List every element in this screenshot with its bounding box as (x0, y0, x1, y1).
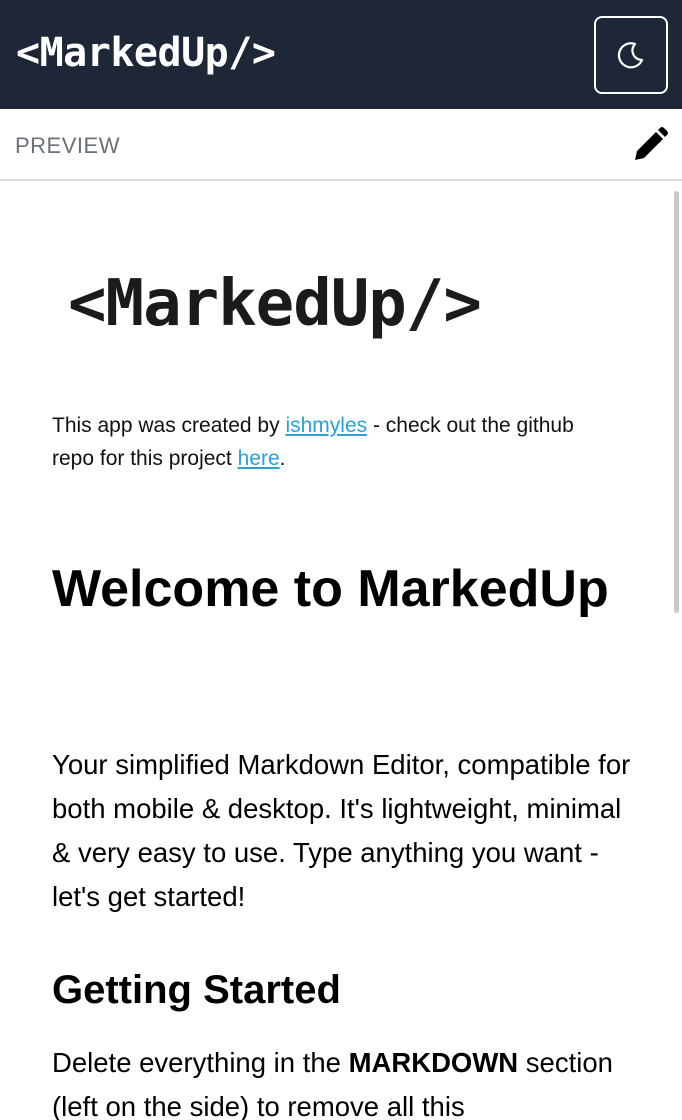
theme-toggle-button[interactable] (594, 16, 668, 94)
markdown-preview[interactable]: <MarkedUp/> This app was created by ishm… (0, 183, 682, 1120)
repo-link[interactable]: here (238, 447, 280, 470)
edit-button[interactable] (628, 124, 672, 166)
app-header: <MarkedUp/> (0, 0, 682, 109)
pencil-icon (635, 127, 668, 160)
preview-toolbar: PREVIEW (0, 109, 682, 181)
moon-icon (617, 42, 644, 69)
intro-text: This app was created by ishmyles - check… (52, 409, 612, 475)
heading-getting-started: Getting Started (52, 968, 341, 1012)
intro-paragraph: Your simplified Markdown Editor, compati… (52, 749, 631, 912)
paragraph2-bold: MARKDOWN (348, 1047, 519, 1078)
preview-logo-image: <MarkedUp/> (68, 267, 482, 341)
app-logo: <MarkedUp/> (16, 30, 276, 76)
getting-started-paragraph: Delete everything in the MARKDOWN sectio… (52, 1041, 642, 1120)
heading-welcome: Welcome to MarkedUp (52, 560, 609, 618)
section-label: PREVIEW (15, 133, 120, 158)
intro-prefix: This app was created by (52, 414, 286, 437)
author-link[interactable]: ishmyles (285, 414, 367, 437)
intro-suffix: . (279, 447, 286, 470)
paragraph2-prefix: Delete everything in the (52, 1047, 349, 1078)
scrollbar[interactable] (674, 191, 679, 613)
